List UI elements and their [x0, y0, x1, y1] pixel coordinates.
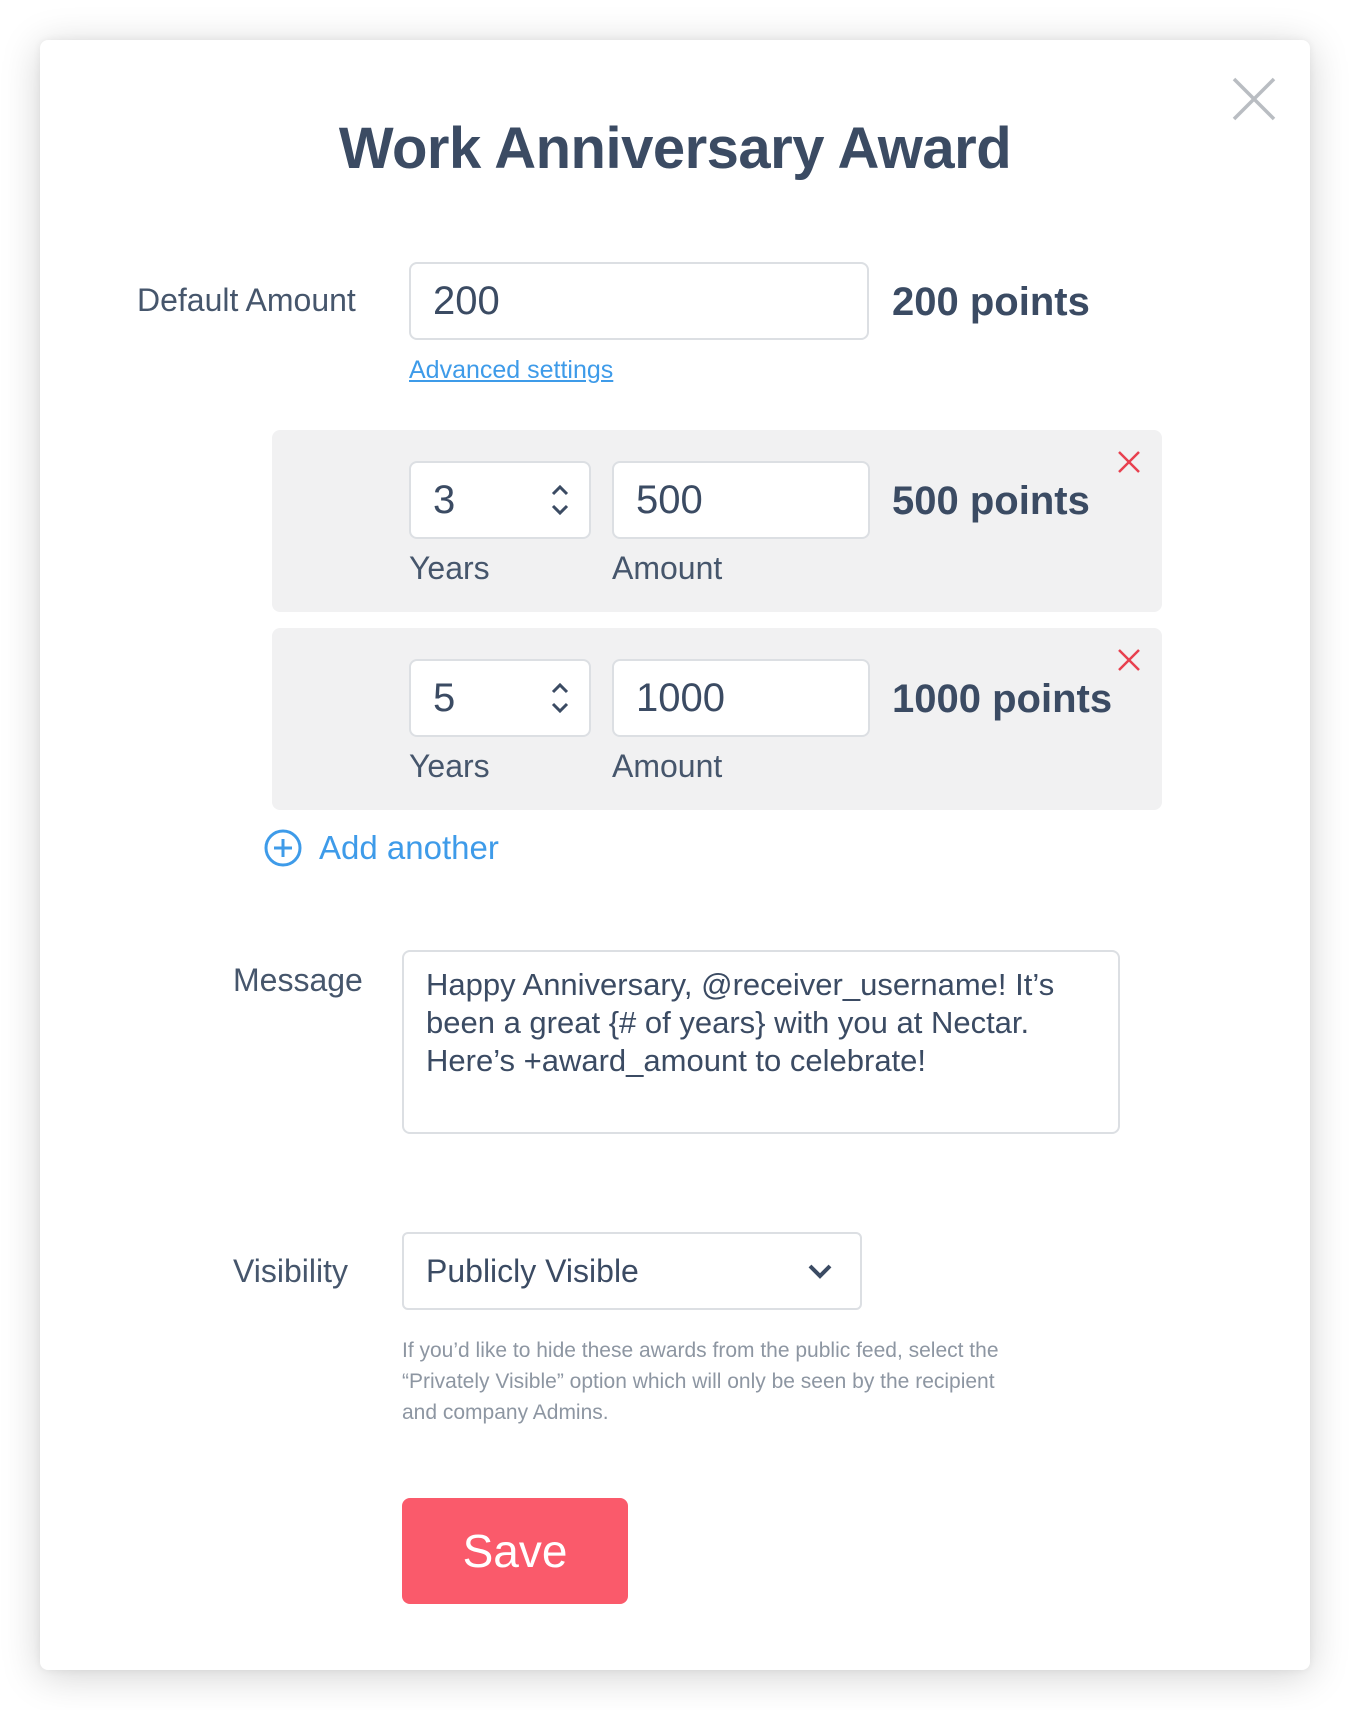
- message-line: been a great {# of years} with you at Ne…: [426, 1005, 1030, 1040]
- message-label: Message: [233, 962, 363, 998]
- years-label: Years: [409, 550, 490, 586]
- visibility-hint: If you’d like to hide these awards from …: [402, 1335, 1042, 1428]
- save-button[interactable]: Save: [402, 1498, 628, 1604]
- hint-line: If you’d like to hide these awards from …: [402, 1339, 999, 1362]
- remove-tier-icon[interactable]: [1115, 448, 1143, 476]
- message-textarea[interactable]: Happy Anniversary, @receiver_username! I…: [402, 950, 1120, 1134]
- message-line: Here’s +award_amount to celebrate!: [426, 1043, 927, 1078]
- plus-circle-icon: [264, 829, 302, 867]
- years-value: 3: [433, 477, 456, 522]
- add-another-button[interactable]: Add another: [263, 828, 499, 868]
- message-line: Happy Anniversary, @receiver_username! I…: [426, 967, 1055, 1002]
- visibility-selected: Publicly Visible: [426, 1252, 639, 1289]
- hint-line: “Privately Visible” option which will on…: [402, 1370, 995, 1393]
- amount-input[interactable]: 500: [612, 461, 870, 539]
- years-label: Years: [409, 748, 490, 784]
- years-value: 5: [433, 675, 456, 720]
- amount-label: Amount: [612, 748, 723, 784]
- visibility-select[interactable]: Publicly Visible: [402, 1232, 862, 1310]
- stepper-arrows-icon[interactable]: [549, 681, 571, 715]
- dialog-title: Work Anniversary Award: [338, 116, 1012, 181]
- stepper-arrows-icon[interactable]: [549, 483, 571, 517]
- years-stepper[interactable]: 3: [409, 461, 591, 539]
- amount-label: Amount: [612, 550, 723, 586]
- add-another-label: Add another: [319, 829, 499, 866]
- amount-input[interactable]: 1000: [612, 659, 870, 737]
- visibility-label: Visibility: [233, 1253, 348, 1289]
- years-stepper[interactable]: 5: [409, 659, 591, 737]
- default-amount-input[interactable]: 200: [409, 262, 869, 340]
- hint-line: and company Admins.: [402, 1401, 609, 1424]
- remove-tier-icon[interactable]: [1115, 646, 1143, 674]
- default-amount-label: Default Amount: [137, 282, 356, 318]
- default-points-text: 200 points: [892, 280, 1090, 324]
- chevron-down-icon: [808, 1264, 832, 1279]
- tier-points-text: 1000 points: [892, 677, 1113, 721]
- tier-points-text: 500 points: [892, 479, 1090, 523]
- advanced-settings-link[interactable]: Advanced settings: [409, 356, 613, 385]
